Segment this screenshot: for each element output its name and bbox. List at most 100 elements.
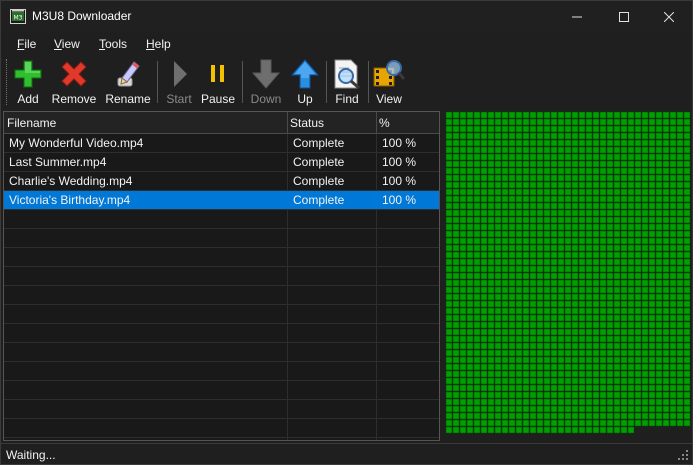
segment-cell <box>536 265 544 273</box>
move-down-button[interactable]: Down <box>248 57 284 107</box>
segment-cell <box>515 237 523 245</box>
segment-cell <box>585 335 593 343</box>
segment-cell <box>620 181 628 189</box>
segment-cell <box>599 314 607 322</box>
remove-button[interactable]: Remove <box>51 57 97 107</box>
segment-cell <box>571 111 579 119</box>
pause-button[interactable]: Pause <box>200 57 236 107</box>
download-list[interactable]: Filename Status % My Wonderful Video.mp4… <box>3 111 440 441</box>
segment-cell <box>620 363 628 371</box>
segment-cell <box>592 223 600 231</box>
segment-cell <box>543 279 551 287</box>
view-button[interactable]: View <box>371 57 407 107</box>
segment-cell <box>529 125 537 133</box>
segment-cell <box>522 307 530 315</box>
svg-text:M3: M3 <box>14 15 23 22</box>
move-up-button[interactable]: Up <box>289 57 321 107</box>
segment-cell <box>634 356 642 364</box>
menu-tools[interactable]: Tools <box>99 37 127 51</box>
table-row-selected[interactable]: Victoria's Birthday.mp4 Complete 100 % <box>4 191 439 210</box>
start-button[interactable]: Start <box>163 57 195 107</box>
column-divider[interactable] <box>287 112 288 134</box>
segment-cell <box>648 223 656 231</box>
table-row[interactable]: Charlie's Wedding.mp4 Complete 100 % <box>4 172 439 191</box>
segment-cell <box>683 209 691 217</box>
segment-cell <box>515 188 523 196</box>
segment-cell <box>592 426 600 434</box>
segment-cell <box>543 377 551 385</box>
segment-cell <box>571 349 579 357</box>
segment-cell <box>606 223 614 231</box>
segment-cell <box>648 419 656 427</box>
segment-cell <box>445 258 453 266</box>
segment-cell <box>445 216 453 224</box>
segment-cell <box>627 272 635 280</box>
add-button[interactable]: Add <box>11 57 45 107</box>
segment-cell <box>613 419 621 427</box>
segment-cell <box>683 377 691 385</box>
segment-cell <box>536 370 544 378</box>
segment-cell <box>655 300 663 308</box>
segment-cell <box>648 125 656 133</box>
segment-cell <box>466 384 474 392</box>
segment-cell <box>480 426 488 434</box>
segment-cell <box>466 160 474 168</box>
column-header-status[interactable]: Status <box>290 116 324 130</box>
segment-cell <box>571 391 579 399</box>
segment-cell <box>641 230 649 238</box>
column-divider[interactable] <box>376 112 377 134</box>
close-button[interactable] <box>646 1 692 32</box>
segment-cell <box>529 188 537 196</box>
segment-cell <box>515 258 523 266</box>
rename-button[interactable]: Rename <box>105 57 151 107</box>
segment-cell <box>585 391 593 399</box>
segment-cell <box>634 279 642 287</box>
segment-cell <box>648 377 656 385</box>
segment-cell <box>508 202 516 210</box>
segment-cell <box>480 118 488 126</box>
segment-cell <box>494 286 502 294</box>
segment-cell <box>662 209 670 217</box>
segment-cell <box>480 251 488 259</box>
column-header-filename[interactable]: Filename <box>7 116 56 130</box>
table-row[interactable]: My Wonderful Video.mp4 Complete 100 % <box>4 134 439 153</box>
find-button[interactable]: Find <box>330 57 364 107</box>
segment-cell <box>550 265 558 273</box>
segment-cell <box>459 167 467 175</box>
segment-cell <box>501 118 509 126</box>
segment-cell <box>606 412 614 420</box>
toolbar-separator <box>242 61 243 103</box>
segment-cell <box>641 314 649 322</box>
segment-cell <box>620 146 628 154</box>
menu-view[interactable]: View <box>54 37 80 51</box>
segment-cell <box>592 300 600 308</box>
column-header-percent[interactable]: % <box>379 116 390 130</box>
menu-help[interactable]: Help <box>146 37 171 51</box>
segment-cell <box>466 265 474 273</box>
segment-cell <box>655 321 663 329</box>
segment-cell <box>508 272 516 280</box>
minimize-button[interactable] <box>554 1 600 32</box>
segment-cell <box>683 356 691 364</box>
toolbar-grip[interactable] <box>6 59 9 105</box>
maximize-button[interactable] <box>601 1 647 32</box>
segment-cell <box>669 412 677 420</box>
segment-cell <box>501 335 509 343</box>
segment-cell <box>536 111 544 119</box>
segment-cell <box>543 307 551 315</box>
segment-cell <box>536 251 544 259</box>
segment-cell <box>494 419 502 427</box>
segment-cell <box>627 279 635 287</box>
table-row[interactable]: Last Summer.mp4 Complete 100 % <box>4 153 439 172</box>
segment-cell <box>627 181 635 189</box>
segment-cell <box>662 230 670 238</box>
segment-cell <box>480 286 488 294</box>
segment-cell <box>613 146 621 154</box>
segment-cell <box>445 363 453 371</box>
segment-cell <box>641 181 649 189</box>
segment-cell <box>529 132 537 140</box>
segment-cell <box>550 419 558 427</box>
resize-grip-icon[interactable] <box>677 449 689 461</box>
segment-cell <box>571 300 579 308</box>
menu-file[interactable]: File <box>17 37 36 51</box>
